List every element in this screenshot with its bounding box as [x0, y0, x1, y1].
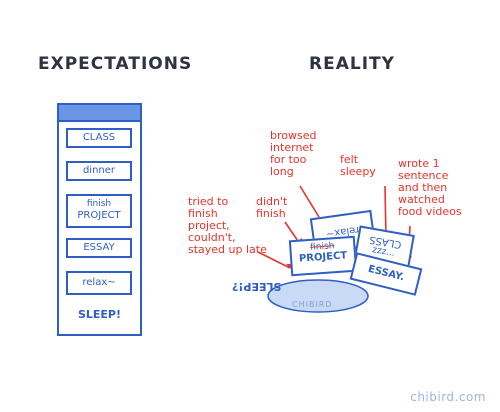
watermark: chibird.com: [410, 390, 486, 404]
reality-card-project: finish PROJECT: [288, 235, 358, 277]
note-browsed: browsed internet for too long: [270, 129, 317, 178]
note-wrote: wrote 1 sentence and then watched food v…: [398, 157, 462, 218]
reality-sleep-text: SLEEP!?: [232, 280, 282, 293]
note-didnt-finish: didn't finish: [256, 195, 288, 220]
reality-blob-text: CHIBIRD: [292, 300, 333, 309]
note-felt-sleepy: felt sleepy: [340, 153, 376, 178]
reality-card-essay-label: ESSAY.: [366, 263, 406, 284]
